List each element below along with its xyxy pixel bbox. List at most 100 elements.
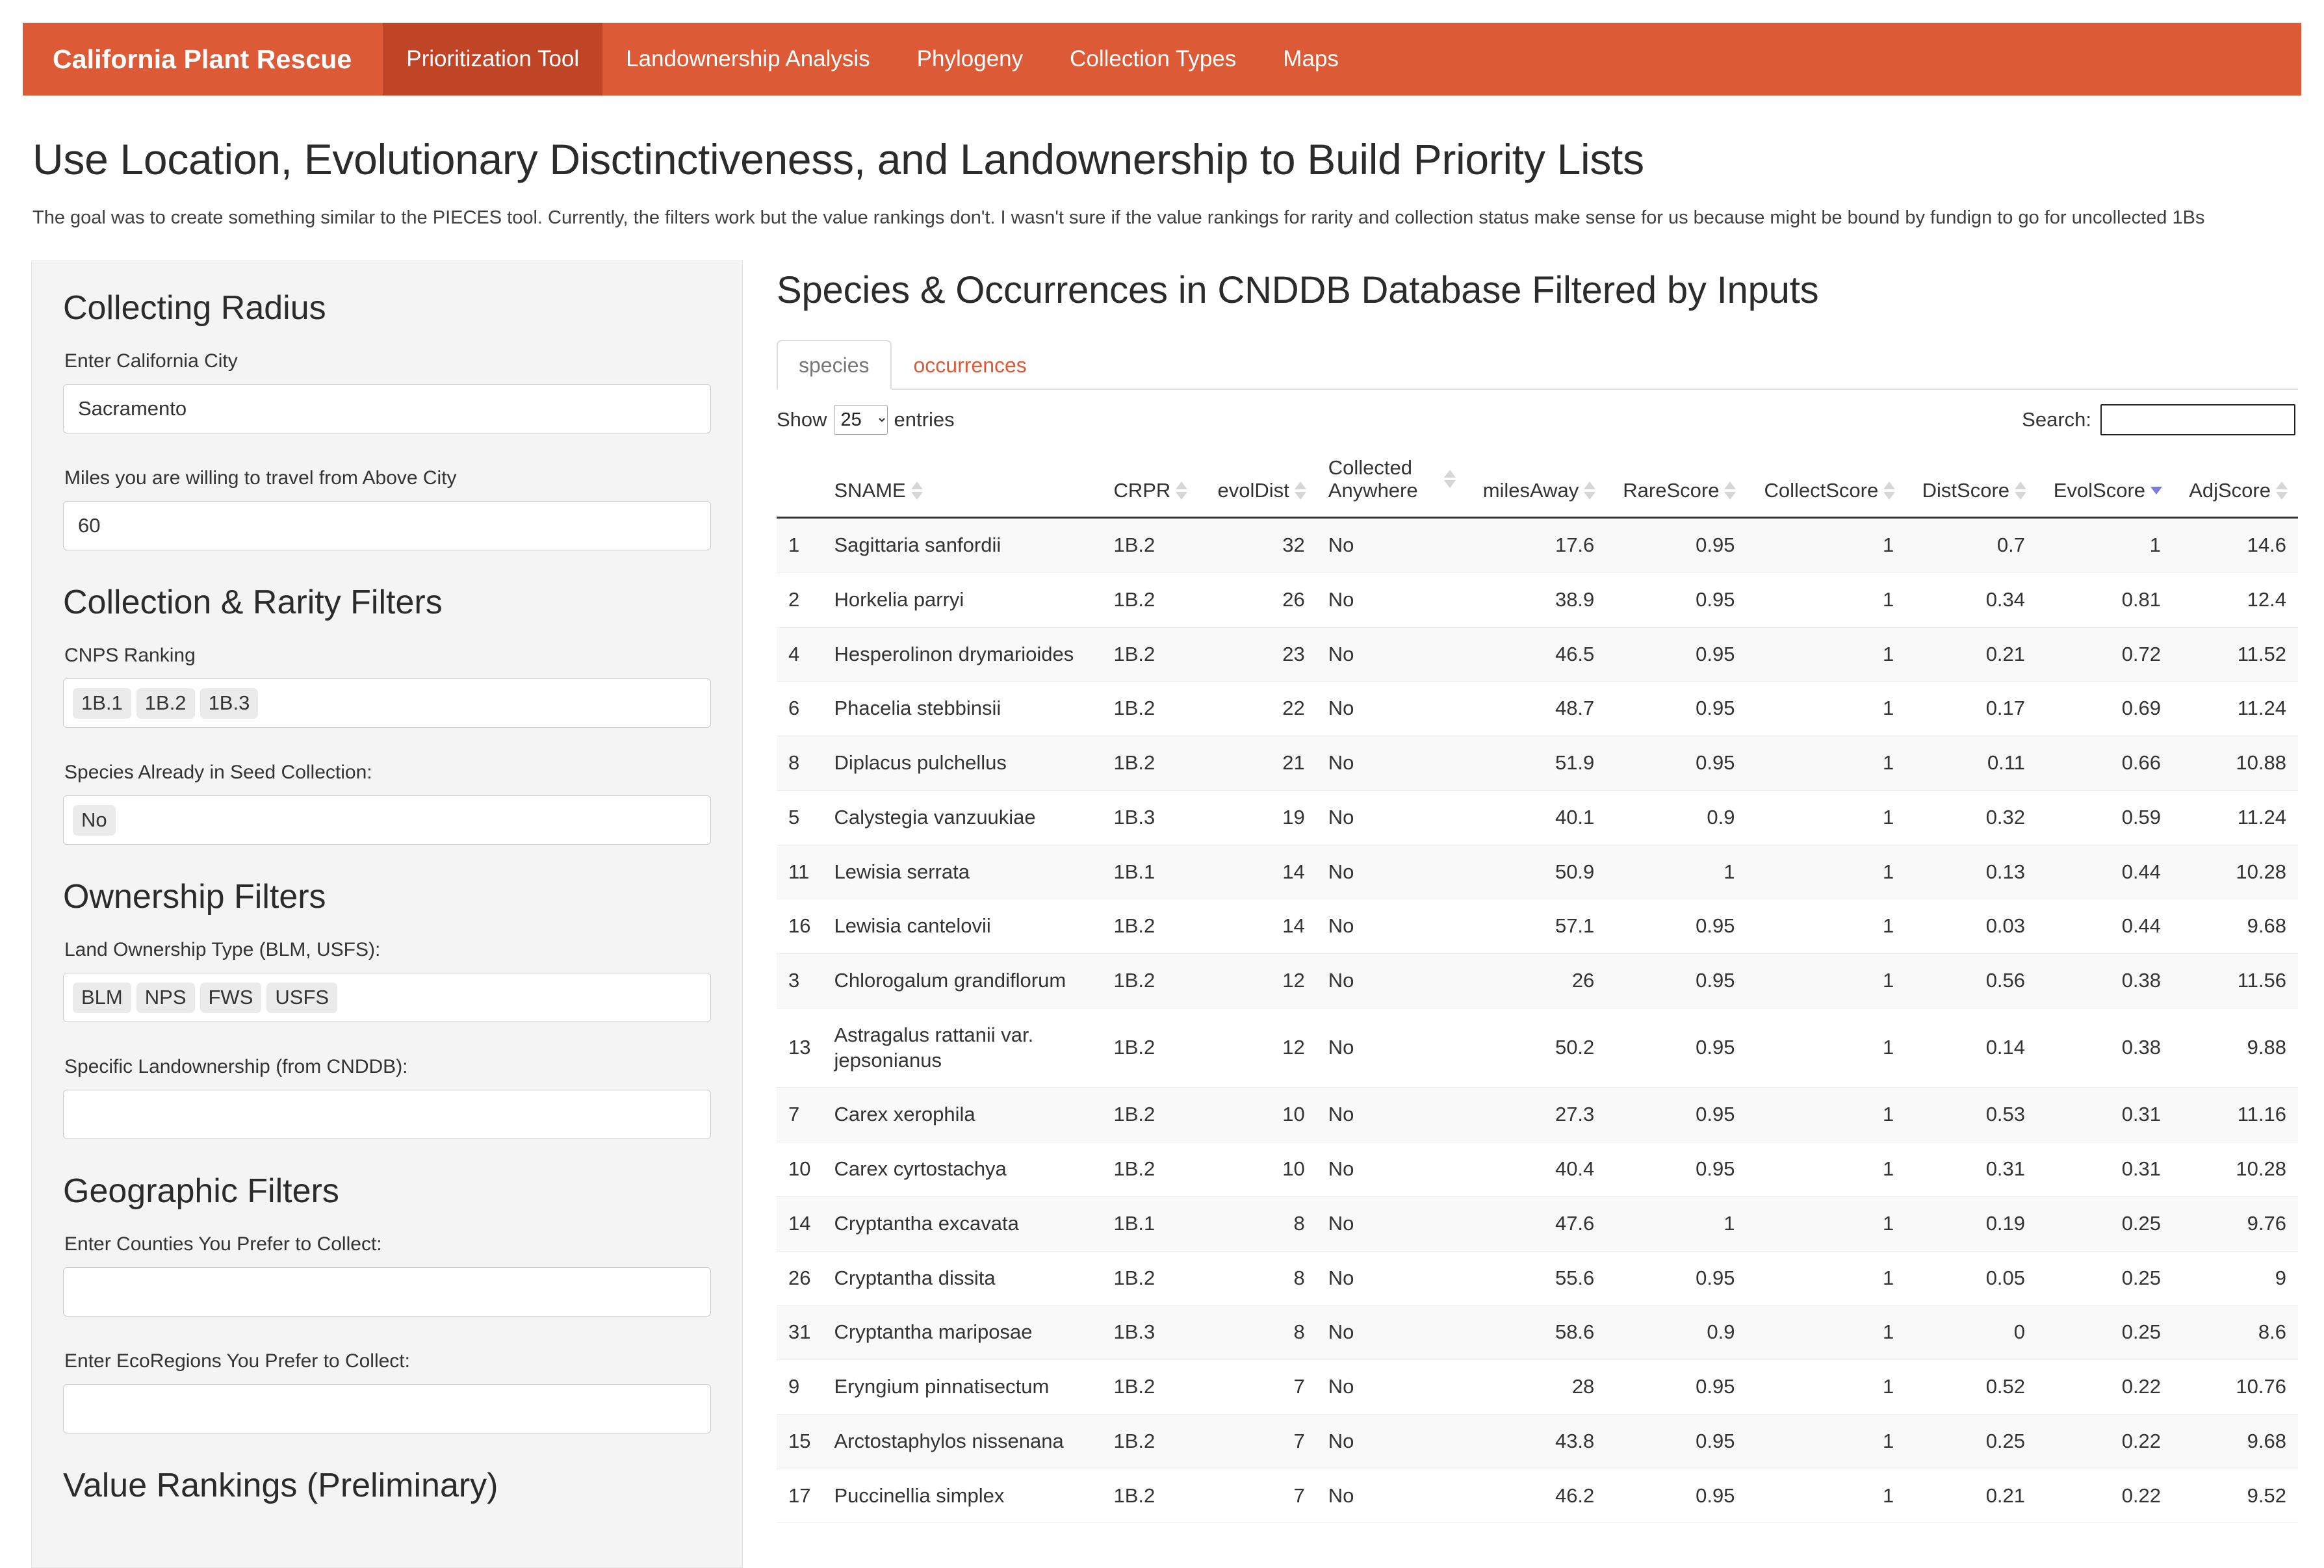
field-label: Enter Counties You Prefer to Collect: — [64, 1233, 382, 1255]
filter-token[interactable]: 1B.1 — [73, 688, 131, 719]
table-row[interactable]: 10 Carex cyrtostachya 1B.2 10 No 40.4 0.95 1 0.3… — [777, 1142, 2298, 1197]
column-header-collectscore[interactable]: CollectScore — [1746, 446, 1906, 519]
tab-species[interactable]: species — [777, 339, 892, 390]
column-header-crpr[interactable]: CRPR — [1102, 446, 1202, 519]
cell-sname: Phacelia stebbinsii — [834, 697, 1001, 720]
sort-toggle-icon[interactable] — [1443, 470, 1456, 489]
cell-evoldist: 26 — [1282, 587, 1305, 611]
cell-evolscore: 0.22 — [2121, 1429, 2162, 1452]
table-row[interactable]: 4 Hesperolinon drymarioides 1B.2 23 No 46.5 0.… — [777, 627, 2298, 682]
cell-milesaway: 57.1 — [1555, 914, 1595, 938]
sort-toggle-icon[interactable] — [1294, 482, 1306, 500]
cell-milesaway: 48.7 — [1555, 697, 1595, 720]
cell-crpr: 1B.2 — [1113, 969, 1156, 992]
cell-idx: 16 — [788, 914, 811, 938]
table-row[interactable]: 6 Phacelia stebbinsii 1B.2 22 No 48.7 0.95 1 0.1… — [777, 681, 2298, 736]
text-input-field[interactable] — [63, 1267, 711, 1317]
column-header-distscore[interactable]: DistScore — [1905, 446, 2037, 519]
table-row[interactable]: 26 Cryptantha dissita 1B.2 8 No 55.6 0.95 1 0.05… — [777, 1251, 2298, 1305]
cell-distscore: 0 — [2013, 1320, 2026, 1344]
nav-item-maps[interactable]: Maps — [1259, 23, 1362, 96]
text-input-field[interactable]: 60 — [63, 500, 711, 550]
text-input-field[interactable] — [63, 1090, 711, 1140]
search-input[interactable] — [2100, 404, 2295, 435]
table-row[interactable]: 8 Diplacus pulchellus 1B.2 21 No 51.9 0.95 1 0.1… — [777, 736, 2298, 791]
cell-adjscore: 11.56 — [2237, 969, 2286, 992]
sort-descending-icon[interactable] — [2150, 487, 2163, 495]
table-row[interactable]: 17 Puccinellia simplex 1B.2 7 No 46.2 0.95 1 0.2… — [777, 1469, 2298, 1523]
sort-toggle-icon[interactable] — [2015, 482, 2027, 500]
table-row[interactable]: 15 Arctostaphylos nissenana 1B.2 7 No 43.8 0.9… — [777, 1414, 2298, 1469]
table-row[interactable]: 13 Astragalus rattanii var. jepsonianus 1B… — [777, 1008, 2298, 1088]
column-header-milesaway[interactable]: milesAway — [1465, 446, 1607, 519]
cell-distscore: 0.31 — [1985, 1157, 2026, 1180]
filter-token[interactable]: BLM — [73, 982, 131, 1013]
multiselect-field[interactable]: BLM NPS FWS USFS — [63, 973, 711, 1023]
multiselect-field[interactable]: 1B.1 1B.2 1B.3 — [63, 678, 711, 728]
column-header-evoldist[interactable]: evolDist — [1201, 446, 1317, 519]
nav-item-prioritization-tool[interactable]: Prioritization Tool — [383, 23, 603, 96]
table-header-row: SNAME CRPR evolDist Collected Anywhere miles… — [777, 446, 2298, 519]
table-row[interactable]: 3 Chlorogalum grandiflorum 1B.2 12 No 26 0.95 1… — [777, 953, 2298, 1009]
table-row[interactable]: 5 Calystegia vanzuukiae 1B.3 19 No 40.1 0.9 1 0.… — [777, 790, 2298, 845]
column-header-collected[interactable]: Collected Anywhere — [1316, 446, 1466, 519]
cell-milesaway: 27.3 — [1555, 1103, 1595, 1126]
column-header-rarescore[interactable]: RareScore — [1606, 446, 1747, 519]
table-row[interactable]: 14 Cryptantha excavata 1B.1 8 No 47.6 1 1 0.19 0.… — [777, 1196, 2298, 1251]
table-row[interactable]: 31 Cryptantha mariposae 1B.3 8 No 58.6 0.9 1 0 0.… — [777, 1305, 2298, 1360]
sort-toggle-icon[interactable] — [2276, 482, 2288, 500]
sidebar-section-heading: Collection & Rarity Filters — [63, 583, 443, 621]
column-header-adjscore[interactable]: AdjScore — [2173, 446, 2298, 519]
tab-occurrences[interactable]: occurrences — [892, 340, 1049, 390]
column-header-evolscore[interactable]: EvolScore — [2037, 446, 2173, 519]
page-header: Use Location, Evolutionary Disctinctiven… — [0, 136, 2324, 231]
sort-toggle-icon[interactable] — [1883, 482, 1896, 500]
cell-collected: No — [1328, 751, 1354, 774]
sort-toggle-icon[interactable] — [1724, 482, 1737, 500]
text-input-field[interactable] — [63, 1384, 711, 1434]
cell-collected: No — [1328, 805, 1354, 829]
filter-token[interactable]: NPS — [136, 982, 195, 1013]
cell-rarescore: 0.95 — [1696, 1266, 1735, 1289]
cell-collectscore: 1 — [1882, 1103, 1894, 1126]
cell-evoldist: 21 — [1282, 751, 1305, 774]
filter-token[interactable]: FWS — [200, 982, 262, 1013]
cell-milesaway: 46.2 — [1555, 1484, 1595, 1507]
cell-evoldist: 10 — [1282, 1103, 1305, 1126]
text-input-field[interactable]: Sacramento — [63, 383, 711, 433]
column-header-sname[interactable]: SNAME — [822, 446, 1102, 519]
cell-adjscore: 9.52 — [2247, 1484, 2286, 1507]
column-header-inner: SNAME — [834, 479, 923, 502]
cell-adjscore: 11.16 — [2237, 1103, 2286, 1126]
cell-milesaway: 47.6 — [1555, 1211, 1595, 1235]
table-row[interactable]: 2 Horkelia parryi 1B.2 26 No 38.9 0.95 1 0.34 0.8… — [777, 572, 2298, 627]
multiselect-field[interactable]: No — [63, 795, 711, 845]
cell-rarescore: 0.95 — [1696, 587, 1735, 611]
page-length-select[interactable]: 102550100 — [833, 404, 888, 435]
column-header-inner: Collected Anywhere — [1328, 456, 1456, 502]
table-row[interactable]: 7 Carex xerophila 1B.2 10 No 27.3 0.95 1 0.53 0.3… — [777, 1087, 2298, 1142]
cell-idx: 4 — [788, 642, 800, 665]
sort-toggle-icon[interactable] — [1176, 482, 1188, 500]
cell-evoldist: 10 — [1282, 1157, 1305, 1180]
filter-token[interactable]: USFS — [266, 982, 338, 1013]
page-subtitle: The goal was to create something similar… — [32, 207, 2205, 228]
nav-item-landownership-analysis[interactable]: Landownership Analysis — [602, 23, 894, 96]
filter-token[interactable]: 1B.2 — [136, 688, 195, 719]
nav-item-collection-types[interactable]: Collection Types — [1046, 23, 1259, 96]
table-row[interactable]: 9 Eryngium pinnatisectum 1B.2 7 No 28 0.95 1 0.5… — [777, 1359, 2298, 1415]
brand-logo[interactable]: California Plant Rescue — [23, 23, 383, 96]
cell-collectscore: 1 — [1882, 1320, 1894, 1344]
filter-token[interactable]: No — [73, 804, 116, 836]
sort-toggle-icon[interactable] — [1584, 482, 1596, 500]
table-row[interactable]: 1 Sagittaria sanfordii 1B.2 32 No 17.6 0.95 1 0.… — [777, 517, 2298, 573]
cell-idx: 3 — [788, 969, 800, 992]
filter-token[interactable]: 1B.3 — [200, 688, 259, 719]
column-header-inner: milesAway — [1483, 479, 1596, 502]
cell-collected: No — [1328, 587, 1354, 611]
cell-collectscore: 1 — [1882, 805, 1894, 829]
nav-item-phylogeny[interactable]: Phylogeny — [894, 23, 1046, 96]
table-row[interactable]: 16 Lewisia cantelovii 1B.2 14 No 57.1 0.95 1 0.0… — [777, 899, 2298, 954]
sort-toggle-icon[interactable] — [910, 482, 923, 500]
table-row[interactable]: 11 Lewisia serrata 1B.1 14 No 50.9 1 1 0.13 0.44 1… — [777, 845, 2298, 899]
